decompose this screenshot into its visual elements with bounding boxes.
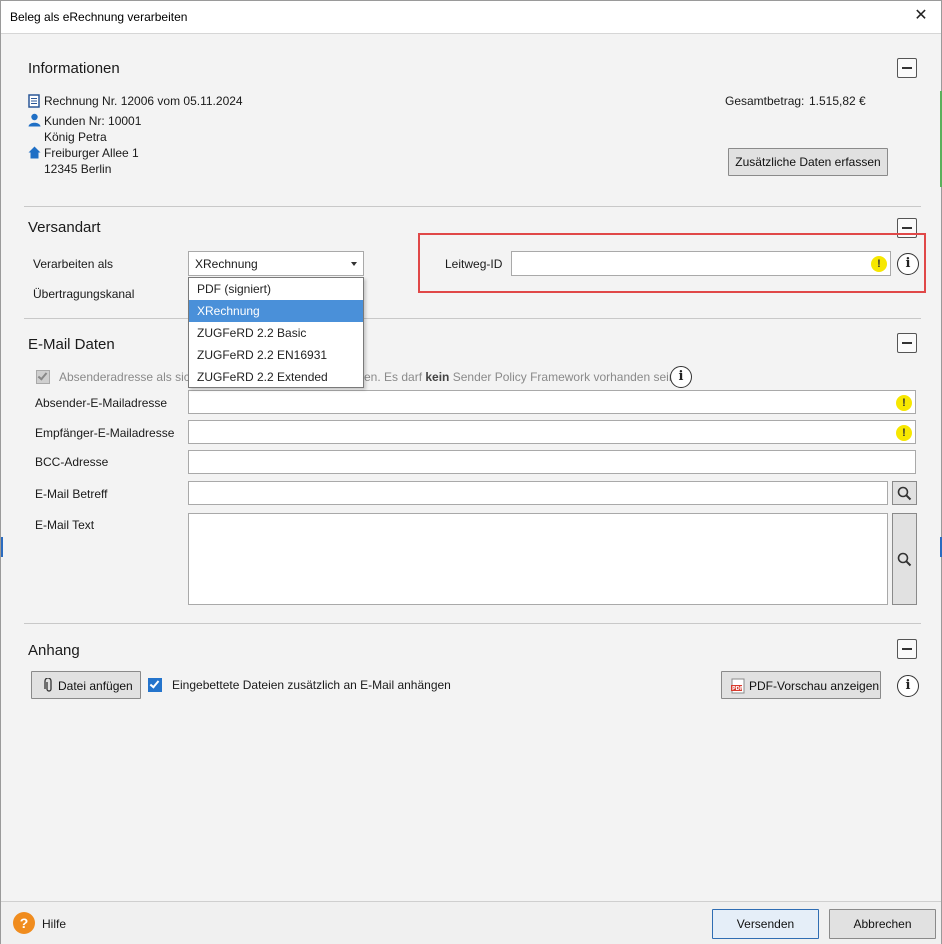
dropdown-option-pdf-signiert[interactable]: PDF (signiert) <box>189 278 363 300</box>
process-as-label: Verarbeiten als <box>33 257 114 271</box>
dialog-window: Beleg als eRechnung verarbeiten ✕ Inform… <box>0 0 942 944</box>
collapse-informationen-button[interactable] <box>897 58 917 78</box>
process-as-selected-value: XRechnung <box>195 257 258 271</box>
sender-as-sender-checkbox[interactable] <box>36 370 50 384</box>
customer-name: König Petra <box>44 130 107 144</box>
recipient-email-label: Empfänger-E-Mailadresse <box>35 426 175 440</box>
email-text-search-button[interactable] <box>892 513 917 605</box>
leitweg-id-label: Leitweg-ID <box>445 257 503 271</box>
close-icon[interactable]: ✕ <box>909 5 933 29</box>
sender-checkbox-label-left: Absenderadresse als sich <box>59 370 197 384</box>
warning-icon: ! <box>896 395 912 411</box>
email-text-label: E-Mail Text <box>35 518 95 532</box>
spf-info-icon[interactable]: i <box>670 366 692 388</box>
sender-email-label: Absender-E-Mailadresse <box>35 396 168 410</box>
paperclip-icon <box>44 677 54 696</box>
city: 12345 Berlin <box>44 162 112 176</box>
divider <box>24 623 921 624</box>
window-title: Beleg als eRechnung verarbeiten <box>10 10 188 24</box>
section-title-informationen: Informationen <box>28 60 120 77</box>
help-label[interactable]: Hilfe <box>42 917 66 931</box>
leitweg-id-input[interactable]: ! <box>511 251 891 276</box>
attachment-info-icon[interactable]: i <box>897 675 919 697</box>
send-button[interactable]: Versenden <box>712 909 819 939</box>
cancel-button[interactable]: Abbrechen <box>829 909 936 939</box>
dropdown-option-zugferd-basic[interactable]: ZUGFeRD 2.2 Basic <box>189 322 363 344</box>
dropdown-option-zugferd-en16931[interactable]: ZUGFeRD 2.2 EN16931 <box>189 344 363 366</box>
recipient-email-input[interactable]: ! <box>188 420 916 444</box>
svg-text:PDF: PDF <box>732 686 743 692</box>
subject-label: E-Mail Betreff <box>35 487 108 501</box>
total-label: Gesamtbetrag: <box>725 94 805 108</box>
warning-icon: ! <box>896 425 912 441</box>
subject-input[interactable] <box>188 481 888 505</box>
additional-data-button[interactable]: Zusätzliche Daten erfassen <box>728 148 888 176</box>
collapse-anhang-button[interactable] <box>897 639 917 659</box>
help-icon[interactable]: ? <box>13 912 35 934</box>
pdf-preview-label: PDF-Vorschau anzeigen <box>749 679 880 693</box>
warning-icon: ! <box>871 256 887 272</box>
search-icon <box>897 486 912 501</box>
document-icon <box>28 94 40 111</box>
email-text-area[interactable] <box>188 513 888 605</box>
embed-files-label: Eingebettete Dateien zusätzlich an E-Mai… <box>172 678 451 692</box>
invoice-text: Rechnung Nr. 12006 vom 05.11.2024 <box>44 94 243 108</box>
customer-number: Kunden Nr: 10001 <box>44 114 142 128</box>
process-as-dropdown: PDF (signiert) XRechnung ZUGFeRD 2.2 Bas… <box>188 277 364 388</box>
chevron-down-icon <box>351 262 357 266</box>
divider <box>24 206 921 207</box>
bcc-label: BCC-Adresse <box>35 455 109 469</box>
sender-email-input[interactable]: ! <box>188 390 916 414</box>
divider <box>24 318 921 319</box>
title-bar: Beleg als eRechnung verarbeiten ✕ <box>1 1 941 34</box>
total-value: 1.515,82 € <box>809 94 866 108</box>
section-title-anhang: Anhang <box>28 642 80 659</box>
background-window-edge <box>1 537 3 557</box>
dropdown-option-zugferd-extended[interactable]: ZUGFeRD 2.2 Extended <box>189 366 363 388</box>
embed-files-checkbox[interactable] <box>148 678 162 692</box>
section-title-versandart: Versandart <box>28 219 101 236</box>
home-icon <box>28 146 41 162</box>
leitweg-info-icon[interactable]: i <box>897 253 919 275</box>
collapse-email-button[interactable] <box>897 333 917 353</box>
search-icon <box>897 552 912 567</box>
sender-checkbox-label-right: en. Es darf kein Sender Policy Framework… <box>364 370 679 384</box>
attach-file-label: Datei anfügen <box>58 679 133 693</box>
attach-file-button[interactable]: Datei anfügen <box>31 671 141 699</box>
dropdown-option-xrechnung[interactable]: XRechnung <box>189 300 363 322</box>
person-icon <box>28 113 41 130</box>
street: Freiburger Allee 1 <box>44 146 139 160</box>
pdf-preview-button[interactable]: PDF PDF-Vorschau anzeigen <box>721 671 881 699</box>
channel-label: Übertragungskanal <box>33 287 135 301</box>
pdf-icon: PDF <box>731 678 745 697</box>
process-as-select[interactable]: XRechnung <box>188 251 364 276</box>
section-title-email: E-Mail Daten <box>28 336 115 353</box>
subject-search-button[interactable] <box>892 481 917 505</box>
bcc-input[interactable] <box>188 450 916 474</box>
